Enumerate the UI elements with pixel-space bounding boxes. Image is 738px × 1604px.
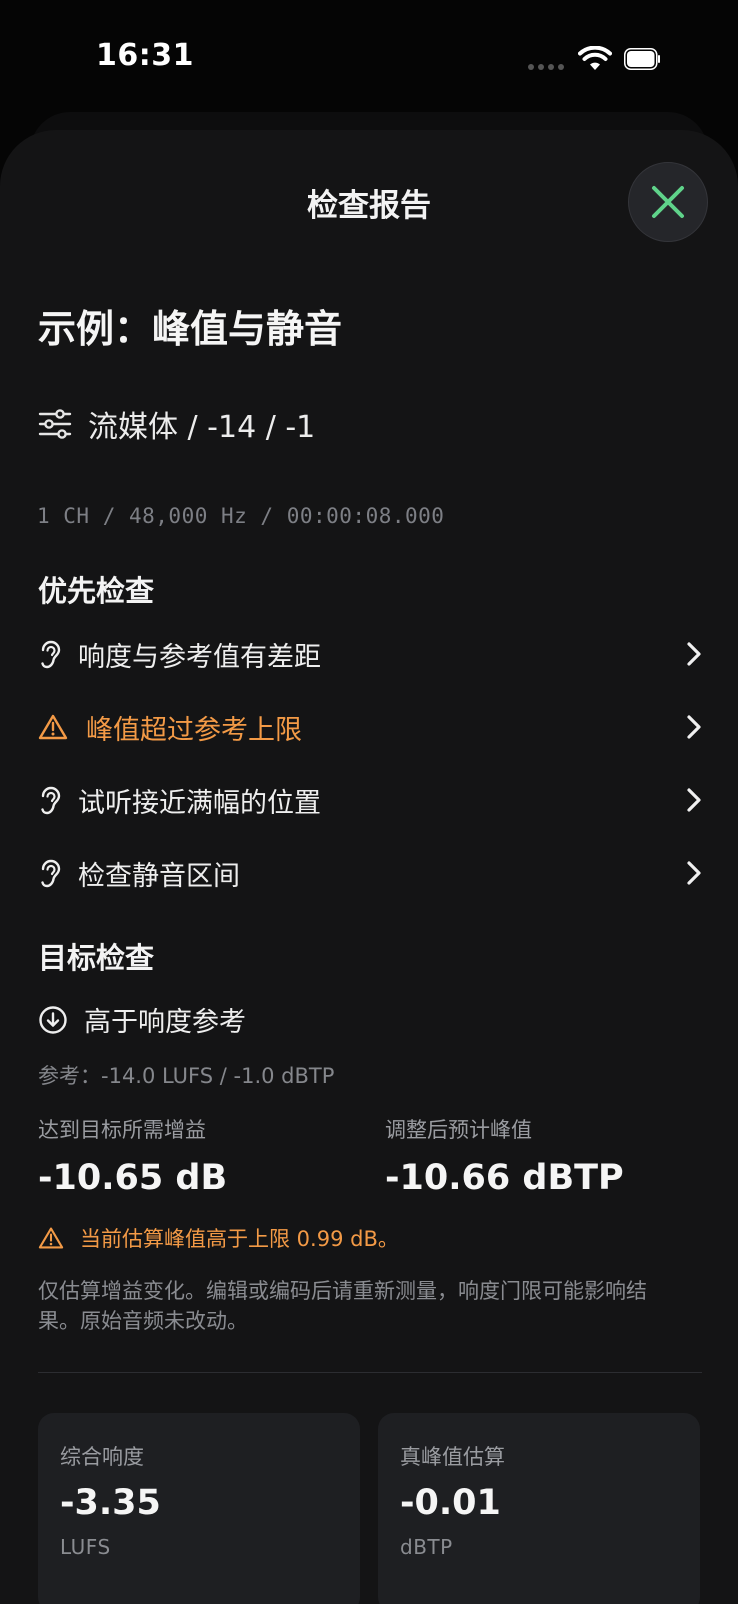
sliders-icon bbox=[38, 409, 72, 439]
stat-unit: dBTP bbox=[400, 1535, 453, 1559]
gain-caption: 达到目标所需增益 bbox=[38, 1118, 206, 1142]
chevron-right-icon bbox=[687, 788, 701, 812]
stat-value: -3.35 bbox=[60, 1483, 161, 1523]
file-meta: 1 CH / 48,000 Hz / 00:00:08.000 bbox=[37, 504, 445, 528]
stat-value: -0.01 bbox=[400, 1483, 501, 1523]
reference-text: 参考：-14.0 LUFS / -1.0 dBTP bbox=[38, 1064, 335, 1088]
cellular-signal-icon bbox=[528, 64, 564, 70]
true-peak-card: 真峰值估算 -0.01 dBTP bbox=[378, 1413, 700, 1604]
status-time: 16:31 bbox=[96, 38, 194, 73]
chevron-right-icon bbox=[687, 715, 701, 739]
battery-icon bbox=[624, 48, 660, 70]
preset-row: 流媒体 / -14 / -1 bbox=[38, 402, 315, 446]
priority-item-silence-ranges[interactable]: 检查静音区间 bbox=[38, 848, 702, 898]
report-sheet: 检查报告 示例：峰值与静音 流媒体 / -14 / -1 1 CH / 48,0… bbox=[0, 130, 738, 1604]
peak-metric: 调整后预计峰值 -10.66 dBTP bbox=[385, 1114, 624, 1198]
peak-caption: 调整后预计峰值 bbox=[385, 1118, 532, 1142]
peak-value: -10.66 dBTP bbox=[385, 1158, 624, 1198]
priority-item-near-full-scale[interactable]: 试听接近满幅的位置 bbox=[38, 775, 702, 825]
priority-heading: 优先检查 bbox=[38, 574, 155, 608]
integrated-loudness-card: 综合响度 -3.35 LUFS bbox=[38, 1413, 360, 1604]
chevron-right-icon bbox=[687, 642, 701, 666]
target-status-label: 高于响度参考 bbox=[84, 1007, 246, 1038]
estimate-note: 仅估算增益变化。编辑或编码后请重新测量，响度门限可能影响结果。原始音频未改动。 bbox=[38, 1279, 647, 1333]
stat-unit: LUFS bbox=[60, 1535, 111, 1559]
priority-item-label: 试听接近满幅的位置 bbox=[78, 787, 321, 819]
report-title: 示例：峰值与静音 bbox=[38, 307, 343, 351]
priority-item-peak-over-limit[interactable]: 峰值超过参考上限 bbox=[38, 702, 702, 752]
status-bar: 16:31 bbox=[0, 0, 738, 110]
preset-label: 流媒体 / -14 / -1 bbox=[88, 410, 316, 445]
target-status-row: 高于响度参考 bbox=[38, 1000, 246, 1039]
warning-triangle-icon bbox=[38, 714, 68, 740]
close-x-icon bbox=[652, 186, 684, 218]
peak-warning-text: 当前估算峰值高于上限 0.99 dB。 bbox=[80, 1227, 399, 1251]
priority-item-label: 检查静音区间 bbox=[78, 860, 240, 892]
ear-icon bbox=[41, 786, 61, 815]
ear-icon bbox=[41, 859, 61, 888]
target-heading: 目标检查 bbox=[38, 941, 155, 975]
warning-triangle-icon bbox=[38, 1227, 64, 1249]
priority-item-label: 峰值超过参考上限 bbox=[86, 714, 302, 746]
stat-caption: 综合响度 bbox=[60, 1445, 144, 1469]
peak-warning: 当前估算峰值高于上限 0.99 dB。 bbox=[38, 1223, 399, 1253]
ear-icon bbox=[41, 640, 61, 669]
priority-item-loudness-gap[interactable]: 响度与参考值有差距 bbox=[38, 629, 702, 679]
gain-value: -10.65 dB bbox=[38, 1158, 228, 1198]
close-button[interactable] bbox=[628, 162, 708, 242]
divider bbox=[38, 1372, 702, 1373]
gain-metric: 达到目标所需增益 -10.65 dB bbox=[38, 1114, 227, 1198]
priority-item-label: 响度与参考值有差距 bbox=[78, 641, 321, 673]
arrow-down-circle-icon bbox=[39, 1005, 67, 1034]
wifi-icon bbox=[578, 46, 612, 70]
chevron-right-icon bbox=[687, 861, 701, 885]
stat-caption: 真峰值估算 bbox=[400, 1445, 505, 1469]
